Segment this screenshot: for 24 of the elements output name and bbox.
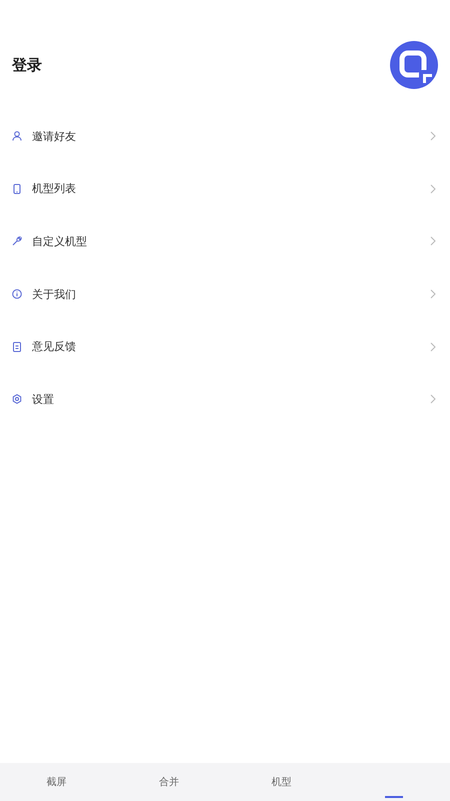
gear-icon [12, 394, 22, 404]
wrench-icon [12, 236, 22, 246]
menu-item[interactable]: 自定义机型 [0, 215, 450, 268]
menu-item[interactable]: 邀请好友 [0, 110, 450, 163]
menu-item[interactable]: 机型列表 [0, 162, 450, 216]
app-logo-icon [390, 41, 438, 89]
menu-item[interactable]: 设置 [0, 372, 450, 426]
nav-tab[interactable]: 合并 [112, 763, 225, 801]
info-icon [12, 289, 22, 300]
chevron-icon [430, 394, 436, 404]
menu-item[interactable]: 关于我们 [0, 268, 450, 320]
menu-item[interactable]: 意见反馈 [0, 320, 450, 373]
tab-indicator [384, 796, 403, 798]
chevron-icon [430, 342, 436, 352]
login-title[interactable]: 登录 [12, 56, 42, 74]
chevron-icon [430, 236, 436, 246]
chevron-icon [430, 289, 436, 300]
chevron-icon [430, 184, 436, 194]
nav-tab[interactable]: 截屏 [0, 763, 112, 801]
phone-icon [12, 184, 22, 194]
nav-tab[interactable]: 机型 [225, 763, 338, 801]
person-icon [12, 131, 22, 142]
chevron-icon [430, 131, 436, 142]
document-icon [12, 342, 22, 352]
